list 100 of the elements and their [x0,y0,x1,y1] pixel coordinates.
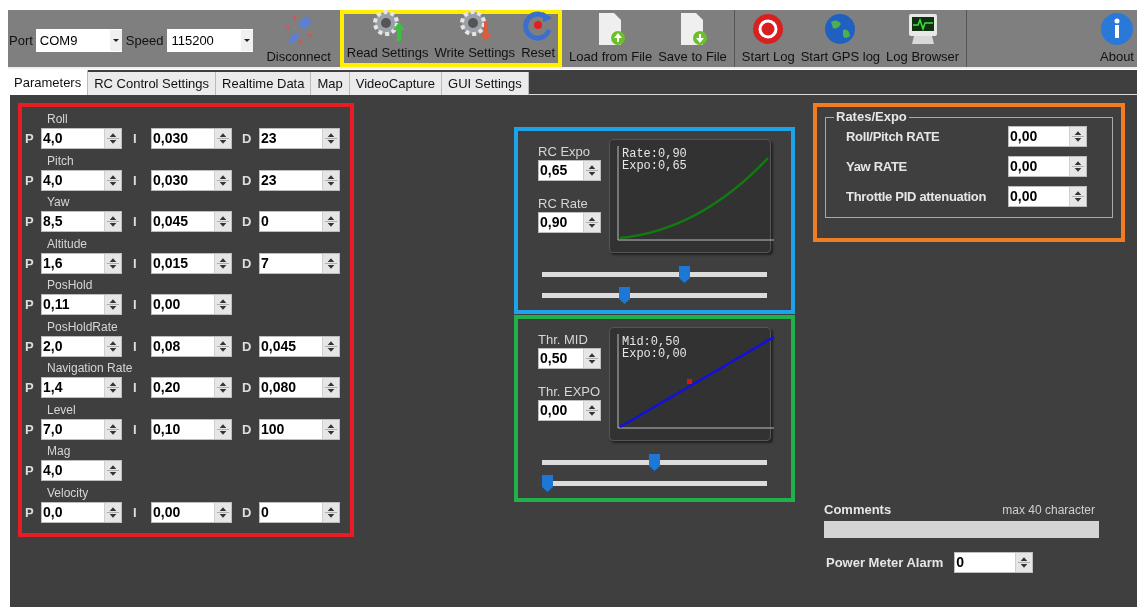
spinner-icon[interactable] [214,129,231,148]
toolbar-button[interactable]: Disconnect [263,11,334,65]
spin-field[interactable]: 0,00 [1008,156,1087,177]
spin-field[interactable]: 23 [259,169,340,191]
spin-field[interactable]: 0,50 [538,348,601,369]
spinner-icon[interactable] [214,170,231,190]
toolbar-button[interactable]: Read Settings [343,7,432,61]
i-label: I [133,420,138,439]
spin-field[interactable]: 0,045 [259,335,340,357]
spinner-icon[interactable] [104,336,121,356]
spin-field[interactable]: 0,10 [151,418,232,440]
toolbar-button[interactable]: Write Settings [431,7,519,61]
spinner-icon[interactable] [583,213,600,232]
spinner-icon[interactable] [322,502,339,522]
toolbar-button[interactable]: Save to File [655,11,730,65]
spin-field[interactable]: 0,00 [151,294,232,315]
tab[interactable]: Realtime Data [216,72,312,95]
spinner-icon[interactable] [322,170,339,190]
toolbar-button[interactable]: Log Browser [883,11,963,65]
spinner-icon[interactable] [104,170,121,190]
spinner-icon[interactable] [214,295,231,314]
spinner-icon[interactable] [214,253,231,273]
spin-field[interactable]: 0,11 [41,294,122,315]
spinner-icon[interactable] [583,161,600,180]
spin-field[interactable]: 4,0 [41,169,122,191]
comments-field[interactable] [824,521,1099,538]
spin-field[interactable]: 4,0 [41,460,122,481]
spinner-icon[interactable] [104,461,121,480]
spinner-icon[interactable] [104,212,121,231]
spinner-icon[interactable] [214,502,231,522]
spinner-icon[interactable] [583,401,600,420]
spinner-icon[interactable] [1069,187,1086,206]
spinner-icon[interactable] [104,253,121,273]
spin-field[interactable]: 2,0 [41,335,122,357]
slider-thumb[interactable] [678,266,690,283]
spinner-icon[interactable] [104,295,121,314]
spin-field[interactable]: 0 [259,211,340,232]
spin-field[interactable]: 0,045 [151,211,232,232]
spinner-icon[interactable] [583,349,600,368]
spin-field[interactable]: 1,4 [41,377,122,398]
toolbar-button[interactable]: Start Log [738,11,798,65]
spinner-icon[interactable] [214,419,231,439]
spin-field[interactable]: 23 [259,128,340,149]
spinner-icon[interactable] [104,129,121,148]
spinner-icon[interactable] [322,129,339,148]
d-label: D [242,171,253,190]
spin-field[interactable]: 0,00 [1008,186,1087,207]
spin-field[interactable]: 1,6 [41,252,122,274]
speed-dropdown[interactable]: 115200 [167,29,254,52]
spin-field[interactable]: 0,00 [538,400,601,421]
comments-label: Comments [824,500,892,519]
spin-field[interactable]: 0 [954,552,1034,573]
spin-field[interactable]: 0 [259,501,340,523]
spin-field[interactable]: 4,0 [41,128,122,149]
spin-field[interactable]: 0,20 [151,377,232,398]
spinner-icon[interactable] [322,253,339,273]
pid-row-label: Mag [47,444,72,458]
toolbar-button[interactable]: Load from File [566,11,656,65]
spin-field[interactable]: 0,030 [151,128,232,149]
tab[interactable]: VideoCapture [349,72,443,95]
spin-field[interactable]: 0,015 [151,252,232,274]
spinner-icon[interactable] [214,378,231,397]
slider-thumb[interactable] [619,287,631,304]
spinner-icon[interactable] [322,419,339,439]
spinner-icon[interactable] [1069,157,1086,176]
slider-thumb[interactable] [542,475,553,492]
spin-field[interactable]: 8,5 [41,211,122,232]
spin-field[interactable]: 0,00 [1008,126,1087,147]
spin-field[interactable]: 0,90 [538,212,601,233]
spin-field[interactable]: 0,030 [151,169,232,191]
spinner-icon[interactable] [104,378,121,397]
spin-field[interactable]: 0,65 [538,160,601,181]
tab[interactable]: RC Control Settings [88,72,217,95]
spinner-icon[interactable] [322,212,339,231]
spin-field[interactable]: 100 [259,418,340,440]
spinner-icon[interactable] [214,336,231,356]
spinner-icon[interactable] [104,502,121,522]
spinner-icon[interactable] [322,336,339,356]
p-label: P [25,379,35,397]
spinner-icon[interactable] [104,419,121,439]
spinner-icon[interactable] [322,378,339,397]
tab[interactable]: Parameters [8,70,89,95]
toolbar-button[interactable]: Start GPS log [797,11,884,65]
tab[interactable]: GUI Settings [442,72,529,95]
spin-field[interactable]: 0,0 [41,501,122,523]
slider-thumb[interactable] [649,454,660,471]
toolbar-button[interactable]: Reset [518,7,559,61]
dropdown-caret-icon [241,30,254,51]
spin-field[interactable]: 0,00 [151,501,232,523]
i-label: I [133,503,138,522]
spin-field[interactable]: 0,080 [259,377,340,398]
spinner-icon[interactable] [1069,127,1086,146]
toolbar-button[interactable]: About [1097,11,1137,65]
tab[interactable]: Map [311,72,350,95]
port-dropdown[interactable]: COM9 [35,29,122,52]
spin-field[interactable]: 7 [259,252,340,274]
spin-field[interactable]: 0,08 [151,335,232,357]
spinner-icon[interactable] [1015,553,1033,572]
spinner-icon[interactable] [214,212,231,231]
spin-field[interactable]: 7,0 [41,418,122,440]
